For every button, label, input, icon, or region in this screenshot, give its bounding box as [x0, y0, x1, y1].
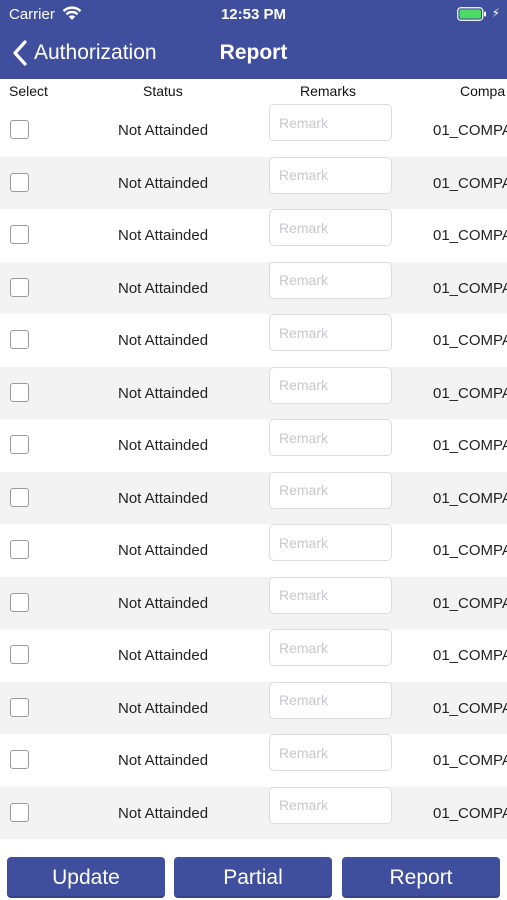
select-checkbox[interactable] — [10, 487, 29, 507]
status-cell: Not Attainded — [118, 752, 209, 769]
company-cell: 01_COMPA — [433, 647, 507, 664]
table-row: Not Attainded 01_COMPA — [0, 786, 507, 839]
select-checkbox[interactable] — [10, 120, 29, 139]
table-row: Not Attainded 01_COMPA — [0, 314, 507, 367]
select-checkbox[interactable] — [10, 540, 29, 559]
table-row: Not Attainded 01_COMPA — [0, 524, 507, 577]
select-checkbox[interactable] — [10, 435, 29, 454]
table-row: Not Attainded 01_COMPA — [0, 209, 507, 262]
status-cell: Not Attainded — [118, 332, 209, 349]
status-cell: Not Attainded — [118, 227, 209, 244]
column-header-company: Compa — [460, 83, 506, 99]
navigation-bar: Authorization Report — [0, 28, 507, 79]
select-checkbox[interactable] — [10, 172, 29, 192]
table-row: Not Attainded 01_COMPA — [0, 576, 507, 629]
select-checkbox[interactable] — [10, 802, 29, 822]
company-cell: 01_COMPA — [433, 227, 507, 244]
remark-input[interactable] — [269, 629, 392, 666]
update-button[interactable]: Update — [7, 857, 165, 898]
company-cell: 01_COMPA — [433, 804, 507, 822]
column-header-status: Status — [143, 83, 183, 99]
remark-input[interactable] — [269, 734, 392, 771]
select-checkbox[interactable] — [10, 750, 29, 769]
table-row: Not Attainded 01_COMPA — [0, 734, 507, 787]
column-header-remarks: Remarks — [300, 83, 357, 99]
select-checkbox[interactable] — [10, 645, 29, 664]
table-header: Select Status Remarks Compa — [0, 79, 507, 104]
clock: 12:53 PM — [220, 6, 287, 23]
status-cell: Not Attainded — [118, 174, 209, 192]
status-cell: Not Attainded — [118, 542, 209, 559]
page-title: Report — [219, 41, 288, 64]
table-row: Not Attainded 01_COMPA — [0, 156, 507, 209]
company-cell: 01_COMPA — [433, 542, 507, 559]
table-row: Not Attainded 01_COMPA — [0, 419, 507, 472]
company-cell: 01_COMPA — [433, 437, 507, 454]
remark-input[interactable] — [269, 209, 392, 246]
status-cell: Not Attainded — [118, 594, 209, 612]
company-cell: 01_COMPA — [433, 752, 507, 769]
table-row: Not Attainded 01_COMPA — [0, 366, 507, 419]
remark-input[interactable] — [269, 314, 392, 351]
status-cell: Not Attainded — [118, 647, 209, 664]
status-cell: Not Attainded — [118, 804, 209, 822]
column-header-select: Select — [9, 83, 48, 99]
select-checkbox[interactable] — [10, 277, 29, 297]
remark-input[interactable] — [269, 681, 392, 719]
top-bar: Carrier 12:53 PM ⚡ Authorization Report — [0, 0, 507, 79]
company-cell: 01_COMPA — [433, 174, 507, 192]
remark-input[interactable] — [269, 471, 392, 509]
app-screen: Carrier 12:53 PM ⚡ Authorization Report … — [0, 0, 507, 900]
company-cell: 01_COMPA — [433, 279, 507, 297]
remark-input[interactable] — [269, 419, 392, 456]
select-checkbox[interactable] — [10, 592, 29, 612]
table-row: Not Attainded 01_COMPA — [0, 104, 507, 157]
remark-input[interactable] — [269, 786, 392, 824]
company-cell: 01_COMPA — [433, 594, 507, 612]
status-cell: Not Attainded — [118, 122, 209, 139]
status-bar: Carrier 12:53 PM ⚡ — [0, 0, 507, 28]
company-cell: 01_COMPA — [433, 332, 507, 349]
company-cell: 01_COMPA — [433, 699, 507, 717]
status-cell: Not Attainded — [118, 279, 209, 297]
remark-input[interactable] — [269, 524, 392, 561]
table-row: Not Attainded 01_COMPA — [0, 261, 507, 314]
report-button[interactable]: Report — [342, 857, 500, 898]
table-body[interactable]: Not Attainded 01_COMPA Not Attainded 01_COM… — [0, 104, 507, 848]
remark-input[interactable] — [269, 366, 392, 404]
table-row: Not Attainded 01_COMPA — [0, 629, 507, 682]
partial-button[interactable]: Partial — [174, 857, 332, 898]
remark-input[interactable] — [269, 104, 392, 141]
company-cell: 01_COMPA — [433, 489, 507, 507]
table-row: Not Attainded 01_COMPA — [0, 471, 507, 524]
select-checkbox[interactable] — [10, 382, 29, 402]
remark-input[interactable] — [269, 576, 392, 614]
select-checkbox[interactable] — [10, 330, 29, 349]
charging-icon: ⚡ — [491, 6, 500, 20]
bottom-action-bar: Update Partial Report — [0, 848, 507, 900]
status-cell: Not Attainded — [118, 489, 209, 507]
battery-icon — [457, 7, 486, 21]
status-cell: Not Attainded — [118, 384, 209, 402]
company-cell: 01_COMPA — [433, 122, 507, 139]
table-row: Not Attainded 01_COMPA — [0, 681, 507, 734]
status-cell: Not Attainded — [118, 699, 209, 717]
company-cell: 01_COMPA — [433, 384, 507, 402]
remark-input[interactable] — [269, 156, 392, 194]
remark-input[interactable] — [269, 261, 392, 299]
status-cell: Not Attainded — [118, 437, 209, 454]
select-checkbox[interactable] — [10, 697, 29, 717]
select-checkbox[interactable] — [10, 225, 29, 244]
